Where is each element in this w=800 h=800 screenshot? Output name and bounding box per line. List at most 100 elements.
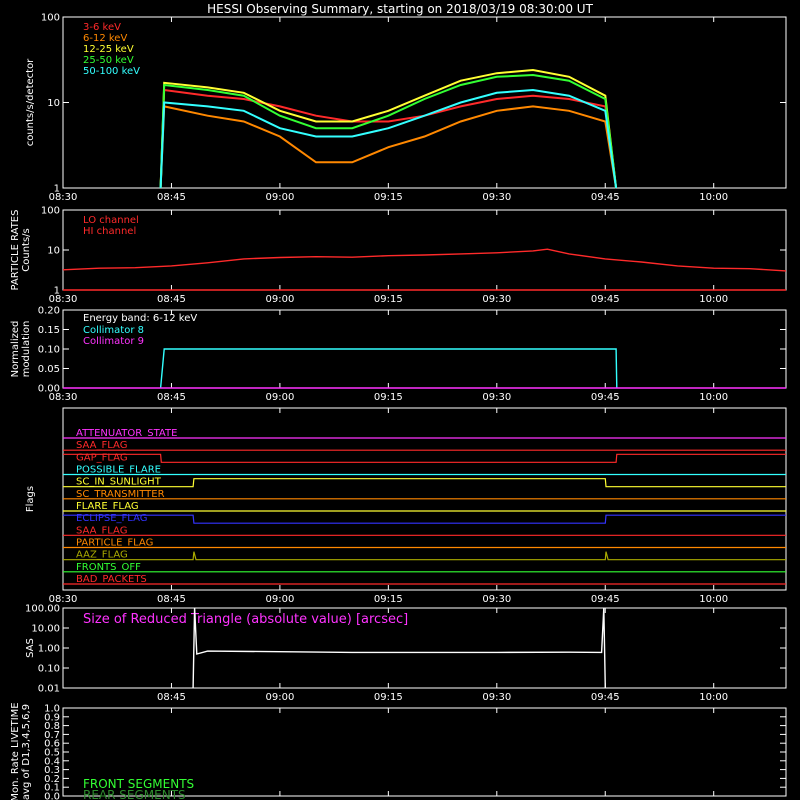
flag-label: FRONTS_OFF (76, 562, 141, 573)
x-tick-label: 09:45 (591, 692, 620, 703)
x-tick-label: 10:00 (699, 692, 728, 703)
x-tick-label: 10:00 (699, 392, 728, 403)
x-tick-label: 08:45 (157, 594, 186, 605)
legend-entry: Collimator 8 (83, 325, 144, 336)
chart-annotation: Energy band: 6-12 keV (83, 313, 197, 324)
x-tick-label: 09:15 (374, 192, 403, 203)
legend-entry: 3-6 keV (83, 22, 121, 33)
series-line (159, 88, 618, 189)
y-axis-label: counts/s/detector (25, 58, 36, 146)
panel-livetime: 0.00.10.20.30.40.50.60.70.80.91.0Mon. Ra… (10, 702, 787, 800)
series-line (159, 88, 618, 189)
flag-line (63, 514, 786, 524)
y-axis-label-line: Mon. Rate LIVETIME (10, 702, 21, 800)
x-tick-label: 09:45 (591, 192, 620, 203)
flag-label: SAA_FLAG (76, 525, 127, 536)
flag-label: ATTENUATOR_STATE (76, 428, 177, 439)
y-axis-label: SAS (25, 638, 36, 658)
x-tick-label: 08:45 (157, 392, 186, 403)
flag-label: GAP_FLAG (76, 452, 128, 463)
y-axis-label-line: Normalized (10, 321, 21, 378)
panel-frame (62, 209, 787, 291)
y-axis-label-line: avg of D1,3,4,5,6,9 (21, 704, 32, 800)
flag-line (63, 453, 786, 463)
y-axis-label: Mon. Rate LIVETIMEavg of D1,3,4,5,6,9 (10, 702, 32, 800)
y-tick-label: 0.15 (38, 325, 60, 336)
flag-line (63, 478, 786, 488)
y-axis-label-line: PARTICLE RATES (10, 210, 21, 291)
y-axis-label-line: modulation (21, 321, 32, 378)
flag-label: SC_TRANSMITTER (76, 489, 165, 500)
x-tick-label: 09:15 (374, 692, 403, 703)
x-tick-label: 09:15 (374, 392, 403, 403)
y-tick-label: 1 (54, 184, 60, 195)
panel-count-rates: 08:30 08:45 09:00 09:15 09:30 09:45 10:0011010… (25, 13, 787, 203)
y-tick-label: 1.0 (44, 704, 60, 715)
flag-label: AAZ_FLAG (76, 550, 128, 561)
x-tick-label: 09:00 (265, 594, 294, 605)
x-tick-label: 09:45 (591, 594, 620, 605)
x-tick-label: 09:00 (265, 392, 294, 403)
x-tick-label: 09:30 (482, 392, 511, 403)
y-axis-label-line: Counts/s (21, 228, 32, 272)
x-tick-label: 10:00 (699, 594, 728, 605)
series-line (159, 348, 618, 389)
x-tick-label: 09:30 (482, 192, 511, 203)
page-title: HESSI Observing Summary, starting on 201… (207, 2, 593, 16)
flag-label: SAA_FLAG (76, 440, 127, 451)
y-tick-label: 1.00 (38, 644, 60, 655)
chart-annotation: Size of Reduced Triangle (absolute value… (83, 612, 408, 627)
legend-entry: 25-50 keV (83, 55, 134, 66)
y-tick-label: 0.10 (38, 664, 60, 675)
legend-entry: LO channel (83, 215, 139, 226)
x-tick-label: 09:00 (265, 692, 294, 703)
flag-label: PARTICLE_FLAG (76, 538, 153, 549)
y-axis-label: Normalizedmodulation (10, 321, 32, 378)
summary-figure: HESSI Observing Summary, starting on 201… (10, 2, 787, 800)
y-tick-label: 10 (47, 246, 60, 257)
y-tick-label: 0.10 (38, 345, 60, 356)
y-tick-label: 0.01 (38, 684, 60, 695)
x-tick-label: 09:45 (591, 294, 620, 305)
series-line (62, 248, 787, 272)
y-axis-label: PARTICLE RATESCounts/s (10, 210, 32, 291)
x-tick-label: 08:45 (157, 294, 186, 305)
legend-entry: REAR SEGMENTS (83, 788, 186, 800)
y-axis-label-line: Flags (25, 486, 36, 512)
legend-entry: Collimator 9 (83, 336, 144, 347)
flag-label: SC_IN_SUNLIGHT (76, 477, 162, 488)
flag-label: ECLIPSE_FLAG (76, 513, 147, 524)
y-axis-label: Flags (25, 486, 36, 512)
y-tick-label: 100 (41, 206, 60, 217)
y-axis-label-line: counts/s/detector (25, 58, 36, 146)
x-tick-label: 09:00 (265, 192, 294, 203)
flag-label: POSSIBLE_FLARE (76, 465, 161, 476)
legend-entry: 6-12 keV (83, 33, 127, 44)
x-tick-label: 09:15 (374, 594, 403, 605)
x-tick-label: 09:30 (482, 594, 511, 605)
y-tick-label: 10 (47, 98, 60, 109)
legend-entry: HI channel (83, 226, 136, 237)
x-tick-label: 09:45 (591, 392, 620, 403)
legend-entry: 12-25 keV (83, 44, 134, 55)
x-tick-label: 08:45 (157, 692, 186, 703)
x-tick-label: 08:45 (157, 192, 186, 203)
x-tick-label: 09:15 (374, 294, 403, 305)
y-tick-label: 0.05 (38, 364, 60, 375)
observing-summary: HESSI Observing Summary, starting on 201… (0, 0, 800, 800)
flag-label: FLARE_FLAG (76, 501, 139, 512)
panel-particle-rates: 08:30 08:45 09:00 09:15 09:30 09:45 10:0011010… (10, 206, 787, 305)
panel-modulation: 08:30 08:45 09:00 09:15 09:30 09:45 10:000.000… (10, 306, 787, 403)
y-tick-label: 100.00 (25, 604, 60, 615)
x-tick-label: 09:30 (482, 692, 511, 703)
flag-line (63, 551, 786, 561)
panel-sas: 08:45 09:00 09:15 09:30 09:45 10:00 0.01 0.10 1.… (25, 604, 787, 703)
y-tick-label: 0.00 (38, 384, 60, 395)
y-tick-label: 100 (41, 13, 60, 24)
panels: 08:30 08:45 09:00 09:15 09:30 09:45 10:0011010… (10, 13, 787, 800)
series-line (159, 105, 618, 189)
legend-entry: 50-100 keV (83, 66, 140, 77)
y-tick-label: 0.20 (38, 306, 60, 317)
y-tick-label: 1 (54, 286, 60, 297)
x-tick-label: 09:30 (482, 294, 511, 305)
